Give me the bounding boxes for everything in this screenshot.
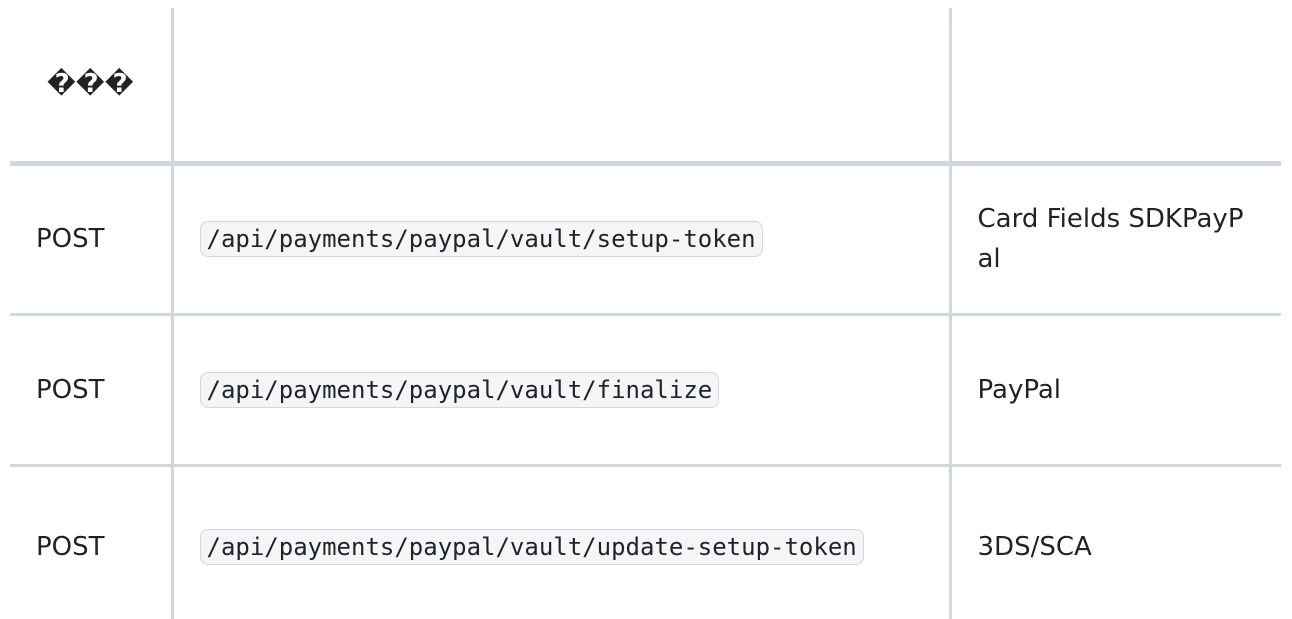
description-text: PayPal: [977, 374, 1062, 405]
endpoint-code: /api/payments/paypal/vault/finalize: [199, 371, 720, 408]
header-method-label: ���: [46, 69, 134, 100]
table-row: POST /api/payments/paypal/vault/finalize…: [10, 312, 1281, 467]
table-header-row: ���: [10, 8, 1281, 166]
path-cell: /api/payments/paypal/vault/finalize: [170, 312, 952, 467]
path-cell: /api/payments/paypal/vault/setup-token: [170, 161, 952, 316]
method-cell: POST: [10, 463, 174, 619]
table-row: POST /api/payments/paypal/vault/update-s…: [10, 463, 1281, 619]
description-text: Card Fields SDKPayPal: [977, 204, 1244, 274]
header-description: [948, 8, 1281, 166]
description-text: 3DS/SCA: [977, 531, 1092, 562]
table-row: POST /api/payments/paypal/vault/setup-to…: [10, 161, 1281, 316]
method-cell: POST: [10, 161, 174, 316]
endpoint-code: /api/payments/paypal/vault/update-setup-…: [199, 528, 864, 565]
description-cell: Card Fields SDKPayPal: [948, 161, 1281, 316]
description-cell: PayPal: [948, 312, 1281, 467]
method-cell: POST: [10, 312, 174, 467]
method-label: POST: [36, 374, 105, 405]
api-endpoints-table: ��� POST /api/payments/paypal/vault/setu…: [10, 8, 1281, 619]
method-label: POST: [36, 224, 105, 254]
path-cell: /api/payments/paypal/vault/update-setup-…: [170, 463, 952, 619]
description-cell: 3DS/SCA: [948, 463, 1281, 619]
endpoint-code: /api/payments/paypal/vault/setup-token: [199, 221, 763, 257]
header-path: [170, 8, 952, 166]
header-method: ���: [10, 8, 174, 166]
method-label: POST: [36, 531, 105, 562]
